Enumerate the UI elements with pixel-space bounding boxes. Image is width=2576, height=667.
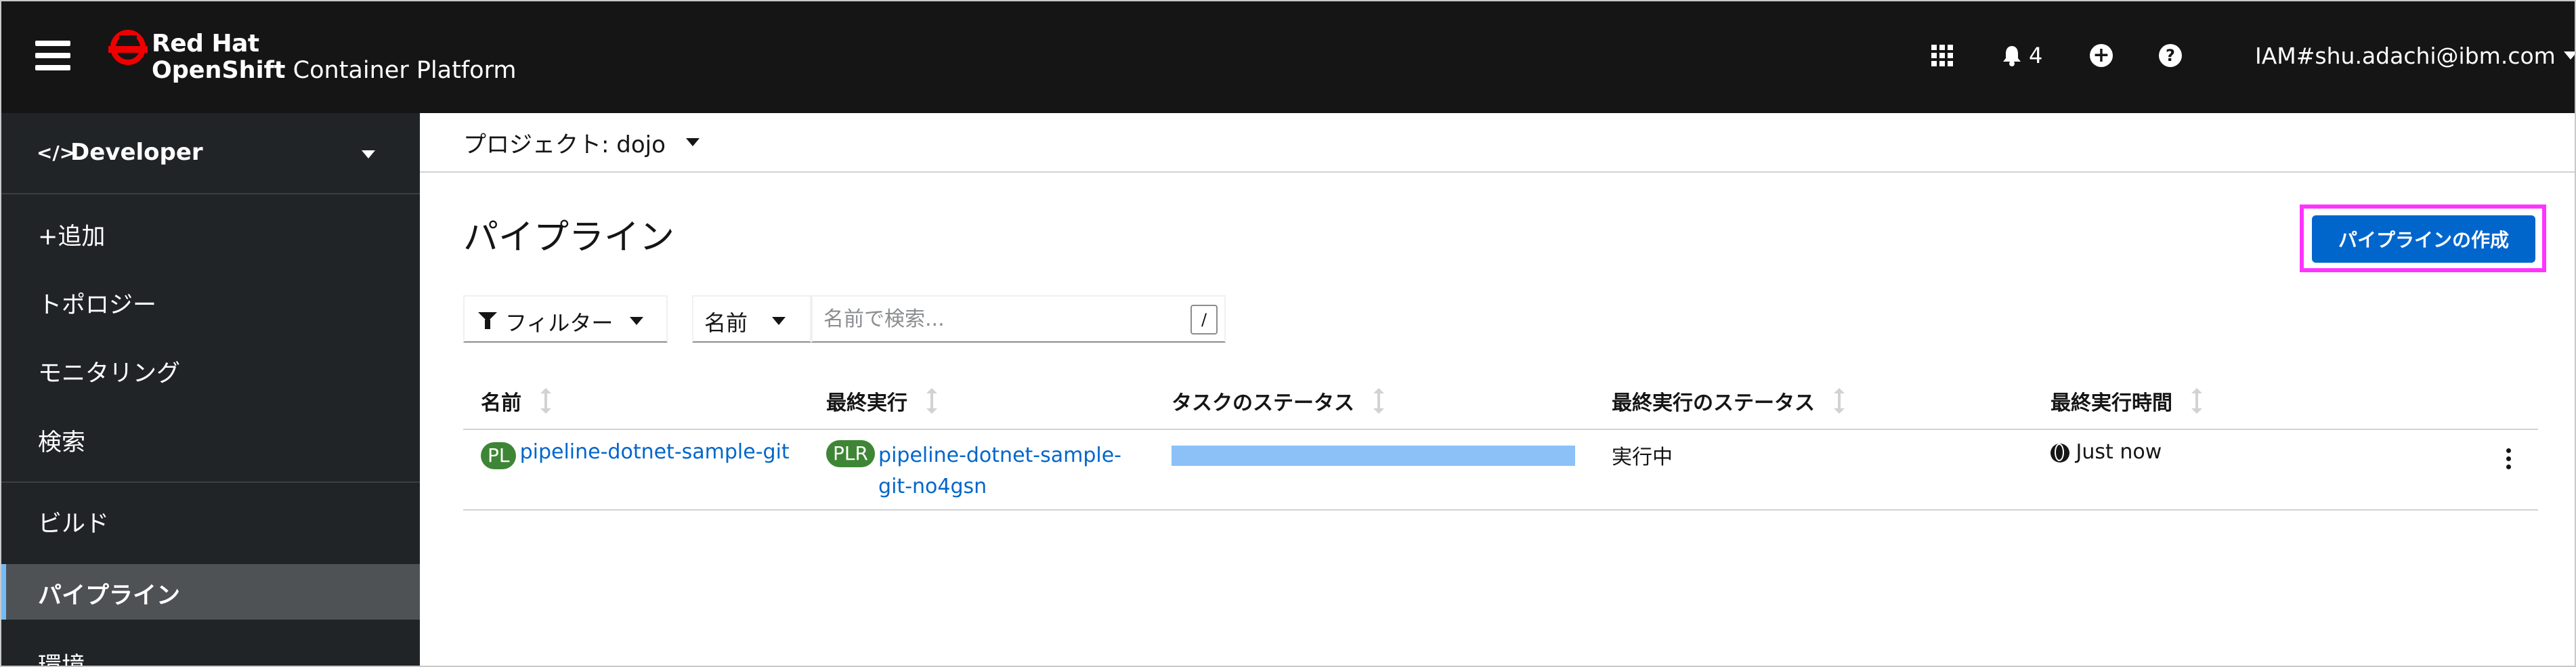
last-run-link[interactable]: pipeline-dotnet-sample- git-no4gsn: [878, 440, 1121, 502]
app-launcher-icon[interactable]: [1931, 35, 1953, 76]
quick-create-button[interactable]: +: [2090, 35, 2113, 76]
column-header-last-run[interactable]: 最終実行: [826, 386, 937, 416]
pipelinerun-badge: PLR: [826, 440, 875, 467]
brand-redhat-text: Red Hat: [152, 30, 259, 58]
sidebar-item-label: パイプライン: [38, 582, 181, 609]
help-button[interactable]: ?: [2159, 35, 2182, 76]
sidebar-item-label: 環境: [38, 653, 86, 667]
globe-icon: [2051, 443, 2069, 462]
column-header-label: タスクのステータス: [1172, 391, 1354, 415]
brand-container-platform-text: Container Platform: [285, 57, 517, 84]
hamburger-icon[interactable]: [35, 41, 70, 70]
sort-icon: [2191, 388, 2202, 414]
column-header-task-status[interactable]: タスクのステータス: [1172, 386, 1384, 416]
sidebar-item-label: 検索: [38, 429, 86, 456]
column-header-label: 最終実行時間: [2051, 391, 2172, 415]
filter-icon-stem: [485, 320, 490, 329]
project-selector[interactable]: プロジェクト: dojo: [463, 125, 700, 159]
sidebar-divider: [0, 481, 420, 483]
table-header-divider: [463, 429, 2538, 430]
last-run-time-text: Just now: [2076, 440, 2162, 464]
task-status-bar[interactable]: [1172, 446, 1575, 466]
pipeline-badge: PL: [481, 442, 517, 469]
sidebar-item-monitoring[interactable]: モニタリング: [0, 342, 420, 397]
sidebar-item-label: トポロジー: [38, 292, 157, 319]
table-row-name-cell: PL pipeline-dotnet-sample-git: [481, 440, 790, 469]
sort-icon: [1373, 388, 1384, 414]
kebab-menu-icon[interactable]: [2503, 448, 2514, 475]
sidebar-item-label: モニタリング: [38, 360, 181, 387]
sidebar-item-builds[interactable]: ビルド: [0, 492, 420, 548]
chevron-down-icon: [772, 317, 786, 325]
sidebar-item-pipelines[interactable]: パイプライン: [0, 564, 420, 620]
perspective-switcher[interactable]: </> Developer: [0, 113, 420, 194]
chevron-down-icon: [685, 138, 700, 146]
sidebar-item-search[interactable]: 検索: [0, 411, 420, 467]
sidebar-item-topology[interactable]: トポロジー: [0, 274, 420, 329]
chevron-down-icon: [362, 150, 375, 158]
brand-openshift-text: OpenShift: [152, 57, 286, 84]
sort-icon: [540, 388, 551, 414]
table-row-last-run-cell: PLR pipeline-dotnet-sample- git-no4gsn: [826, 440, 1121, 502]
column-header-name[interactable]: 名前: [481, 386, 551, 416]
redhat-logo-icon: [108, 30, 148, 65]
sidebar-item-label: ビルド: [38, 511, 110, 538]
project-bar: プロジェクト: dojo: [420, 113, 2576, 173]
code-icon: </>: [37, 142, 76, 164]
question-circle-icon: ?: [2159, 44, 2182, 67]
last-run-link-line2: git-no4gsn: [878, 475, 987, 498]
perspective-label: Developer: [70, 139, 203, 166]
sidebar-item-add[interactable]: +追加: [0, 205, 420, 261]
sort-icon: [1834, 388, 1845, 414]
sort-icon: [926, 388, 937, 414]
pipeline-name-link[interactable]: pipeline-dotnet-sample-git: [520, 440, 790, 464]
attribute-dropdown-label: 名前: [704, 310, 748, 336]
user-menu[interactable]: IAM#shu.adachi@ibm.com: [2255, 35, 2576, 76]
last-run-status: 実行中: [1612, 446, 1673, 469]
bell-icon: [2003, 46, 2021, 66]
column-header-label: 名前: [481, 391, 521, 415]
user-name: IAM#shu.adachi@ibm.com: [2255, 42, 2556, 69]
keyboard-shortcut-hint: /: [1190, 305, 1218, 335]
column-header-label: 最終実行のステータス: [1612, 391, 1815, 415]
chevron-down-icon: [630, 317, 643, 325]
create-pipeline-button[interactable]: パイプラインの作成: [2312, 215, 2535, 263]
table-row-divider: [463, 509, 2538, 511]
column-header-last-run-status[interactable]: 最終実行のステータス: [1612, 386, 1845, 416]
chevron-down-icon: [2563, 51, 2576, 60]
masthead: Red Hat OpenShift Container Platform 4 +…: [0, 0, 2576, 113]
last-run-link-line1: pipeline-dotnet-sample-: [878, 444, 1122, 467]
filter-dropdown[interactable]: フィルター: [463, 295, 668, 343]
notifications-button[interactable]: 4: [2002, 35, 2042, 76]
column-header-last-run-time[interactable]: 最終実行時間: [2051, 386, 2202, 416]
sidebar: </> Developer +追加 トポロジー モニタリング 検索 ビルド パイ…: [0, 113, 420, 667]
column-header-label: 最終実行: [826, 391, 907, 415]
search-input[interactable]: [811, 295, 1226, 343]
page-title: パイプライン: [463, 217, 675, 258]
attribute-dropdown[interactable]: 名前: [692, 295, 811, 343]
filter-dropdown-label: フィルター: [505, 310, 614, 336]
last-run-time: Just now: [2051, 440, 2162, 464]
sidebar-item-label: +追加: [38, 223, 106, 251]
notification-count: 4: [2029, 43, 2043, 68]
plus-circle-icon: +: [2090, 44, 2113, 67]
brand-product-text: OpenShift Container Platform: [152, 57, 516, 84]
sidebar-item-environments[interactable]: 環境: [0, 634, 420, 667]
project-selector-label: プロジェクト: dojo: [463, 131, 666, 158]
